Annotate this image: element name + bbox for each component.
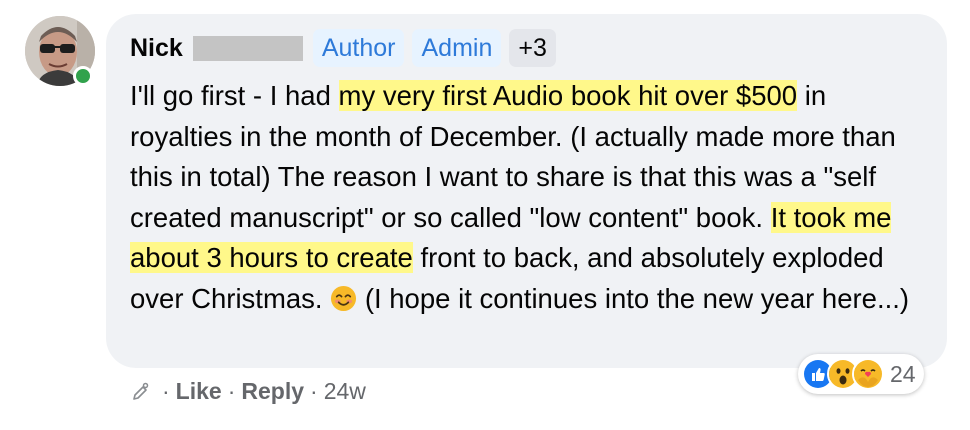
like-button[interactable]: Like bbox=[176, 378, 222, 405]
care-reaction-icon bbox=[852, 358, 884, 390]
comment-timestamp[interactable]: 24w bbox=[324, 378, 366, 405]
comment-bubble: Nick Author Admin +3 I'll go first - I h… bbox=[106, 14, 947, 368]
separator: · bbox=[310, 377, 318, 404]
separator: · bbox=[162, 377, 170, 404]
comment-text-part: I'll go first - I had bbox=[130, 80, 339, 111]
comment-text-part: (I hope it continues into the new year h… bbox=[357, 282, 910, 314]
reaction-count: 24 bbox=[890, 360, 916, 387]
admin-badge[interactable]: Admin bbox=[412, 29, 502, 67]
highlighted-text: my very first Audio book hit over $500 bbox=[338, 80, 798, 111]
edit-history-icon[interactable] bbox=[130, 380, 152, 402]
more-badges-button[interactable]: +3 bbox=[509, 29, 556, 67]
comment-actions: · Like · Reply · 24w bbox=[130, 374, 366, 408]
separator: · bbox=[227, 377, 236, 404]
author-name[interactable]: Nick bbox=[130, 34, 183, 63]
reply-button[interactable]: Reply bbox=[241, 378, 304, 405]
reactions-summary[interactable]: 24 bbox=[798, 354, 924, 394]
redacted-surname bbox=[192, 35, 303, 61]
comment-body: I'll go first - I had my very first Audi… bbox=[130, 76, 930, 319]
smiling-face-emoji bbox=[331, 285, 357, 311]
comment-header: Nick Author Admin +3 bbox=[130, 29, 564, 67]
online-status-dot bbox=[73, 66, 93, 86]
author-badge[interactable]: Author bbox=[312, 29, 405, 67]
